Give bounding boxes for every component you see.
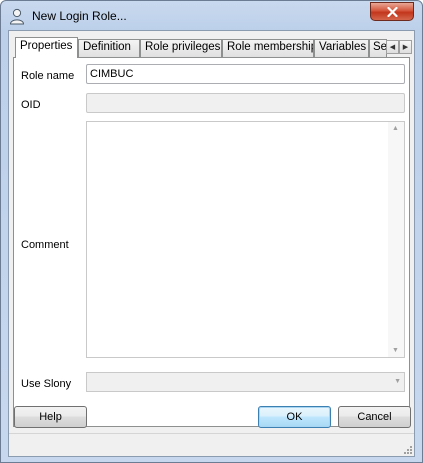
comment-label: Comment	[21, 239, 69, 251]
tab-role-membership[interactable]: Role membership	[222, 39, 314, 57]
title-bar[interactable]: New Login Role...	[1, 1, 422, 31]
user-icon	[9, 8, 25, 25]
tab-scroll-arrows: ◀ ▶	[386, 40, 413, 54]
status-bar	[9, 433, 414, 456]
resize-grip-icon[interactable]	[402, 444, 412, 454]
use-slony-select: ▼	[86, 372, 405, 392]
close-icon	[386, 6, 398, 17]
comment-textarea[interactable]: ▲ ▼	[86, 121, 405, 358]
chevron-right-icon[interactable]: ▶	[399, 40, 412, 54]
comment-scrollbar[interactable]: ▲ ▼	[388, 122, 404, 357]
close-button[interactable]	[370, 2, 414, 21]
help-button[interactable]: Help	[14, 406, 87, 428]
use-slony-label: Use Slony	[21, 378, 72, 390]
ok-button[interactable]: OK	[258, 406, 331, 428]
tab-security[interactable]: Se	[369, 39, 387, 57]
role-name-field[interactable]: CIMBUC	[86, 64, 405, 84]
scroll-down-icon[interactable]: ▼	[392, 347, 399, 354]
role-name-value: CIMBUC	[90, 68, 134, 80]
tab-role-privileges[interactable]: Role privileges	[140, 39, 222, 57]
tab-label: Role membership	[227, 41, 314, 53]
tab-label: Variables	[319, 41, 367, 53]
tab-label: Role privileges	[145, 41, 221, 53]
scroll-up-icon[interactable]: ▲	[392, 125, 399, 132]
tab-label: Se	[373, 41, 387, 53]
chevron-left-icon[interactable]: ◀	[386, 40, 399, 54]
tab-strip: Properties Definition Role privileges Ro…	[15, 37, 413, 58]
tab-properties[interactable]: Properties	[15, 37, 78, 58]
tab-label: Properties	[20, 40, 73, 52]
oid-label: OID	[21, 99, 41, 111]
role-name-label: Role name	[21, 70, 75, 82]
window-title: New Login Role...	[32, 9, 127, 23]
dialog-body: Properties Definition Role privileges Ro…	[8, 30, 415, 457]
properties-panel: Role name CIMBUC OID Comment ▲ ▼ Use Slo…	[13, 57, 410, 427]
tab-definition[interactable]: Definition	[78, 39, 140, 57]
oid-field	[86, 93, 405, 113]
dialog-window: New Login Role... Properties Definition …	[0, 0, 423, 463]
cancel-button[interactable]: Cancel	[338, 406, 411, 428]
tab-label: Definition	[83, 41, 131, 53]
chevron-down-icon: ▼	[394, 378, 401, 385]
tab-variables[interactable]: Variables	[314, 39, 369, 57]
